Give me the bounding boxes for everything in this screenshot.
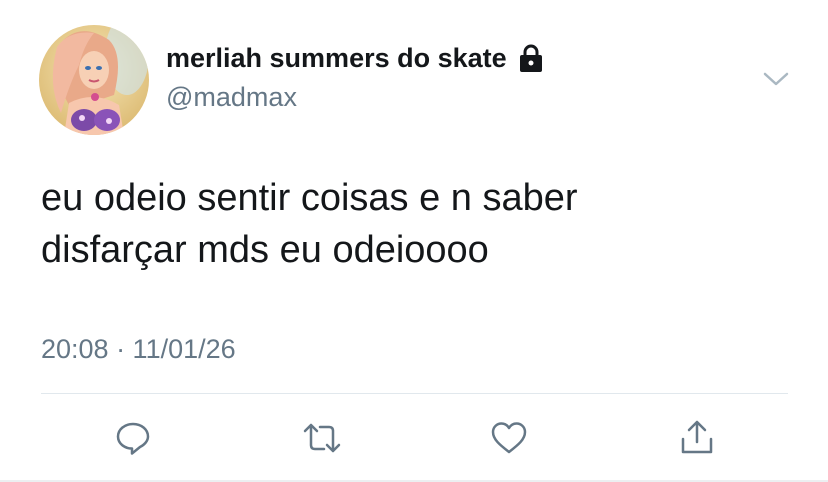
tweet-line: disfarçar mds eu odeioooo <box>41 229 489 271</box>
user-handle[interactable]: @madmax <box>166 82 297 113</box>
like-icon <box>491 422 527 454</box>
chevron-down-icon[interactable] <box>762 70 790 88</box>
retweet-button[interactable] <box>302 418 342 458</box>
lock-icon <box>517 44 545 74</box>
timestamp[interactable]: 20:08 · 11/01/26 <box>41 334 236 365</box>
reply-button[interactable] <box>113 418 153 458</box>
share-button[interactable] <box>677 418 717 458</box>
divider <box>41 393 788 394</box>
avatar-image <box>39 25 149 135</box>
display-name-row[interactable]: merliah summers do skate <box>166 43 545 74</box>
display-name[interactable]: merliah summers do skate <box>166 43 507 74</box>
avatar[interactable] <box>39 25 149 135</box>
retweet-icon <box>303 423 341 453</box>
tweet-text: eu odeio sentir coisas e n saber disfarç… <box>41 172 801 276</box>
like-button[interactable] <box>489 418 529 458</box>
tweet-line: eu odeio sentir coisas e n saber <box>41 177 578 219</box>
share-icon <box>681 420 713 454</box>
reply-icon <box>116 422 150 455</box>
